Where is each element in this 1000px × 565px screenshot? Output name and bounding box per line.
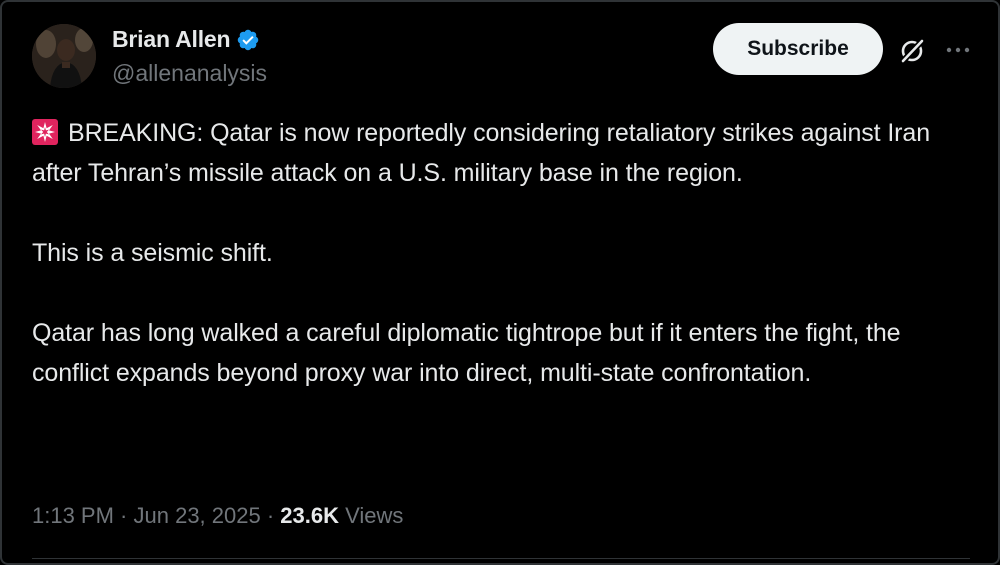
views-count: 23.6K: [280, 503, 340, 528]
tweet-paragraph-3: Qatar has long walked a careful diplomat…: [32, 319, 901, 387]
author-display-name[interactable]: Brian Allen: [112, 26, 231, 53]
tweet-date[interactable]: Jun 23, 2025: [134, 503, 261, 528]
author-handle[interactable]: @allenanalysis: [112, 60, 267, 87]
verified-badge-icon[interactable]: [236, 28, 260, 52]
views-label: Views: [345, 503, 404, 528]
tweet-paragraph-2: This is a seismic shift.: [32, 239, 273, 267]
tweet-time[interactable]: 1:13 PM: [32, 503, 114, 528]
siren-emoji-icon: [32, 119, 58, 145]
tweet-text: BREAKING: Qatar is now reportedly consid…: [32, 113, 962, 393]
meta-separator: ·: [260, 503, 281, 528]
subscribe-button[interactable]: Subscribe: [713, 23, 883, 75]
divider: [32, 558, 970, 559]
more-horizontal-icon[interactable]: [944, 38, 972, 62]
tweet-paragraph-1: BREAKING: Qatar is now reportedly consid…: [32, 119, 931, 187]
tweet-paragraph: BREAKING: Qatar is now reportedly consid…: [32, 113, 962, 193]
tweet-meta: 1:13 PM · Jun 23, 2025 · 23.6K Views: [32, 503, 403, 529]
avatar[interactable]: [32, 24, 96, 88]
grok-icon[interactable]: [897, 36, 927, 66]
author-name-row[interactable]: Brian Allen: [112, 26, 260, 53]
meta-separator: ·: [113, 503, 134, 528]
avatar-image: [32, 24, 96, 88]
